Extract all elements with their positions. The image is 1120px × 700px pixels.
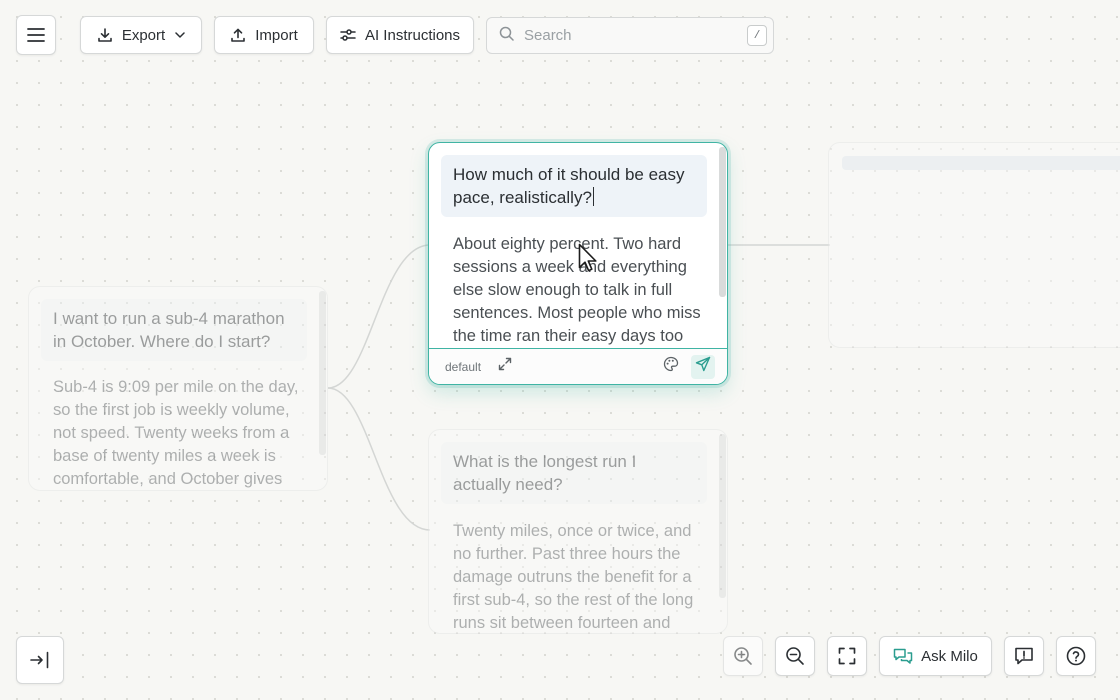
- node-answer: Sub-4 is 9:09 per mile on the day, so th…: [53, 378, 299, 488]
- ai-instructions-label: AI Instructions: [364, 26, 461, 44]
- fit-view-button[interactable]: [827, 636, 867, 676]
- node-question: What is the longest run I actually need?: [441, 442, 707, 504]
- import-button[interactable]: Import: [214, 16, 314, 54]
- node-answer: Twenty miles, once or twice, and no furt…: [453, 522, 694, 632]
- feedback-button[interactable]: [1004, 636, 1044, 676]
- send-icon: [695, 356, 711, 377]
- help-button[interactable]: [1056, 636, 1096, 676]
- expand-icon[interactable]: [498, 357, 512, 376]
- sign-in-icon: [30, 651, 50, 669]
- ai-instructions-button[interactable]: AI Instructions: [326, 16, 474, 54]
- node-question: I want to run a sub-4 marathon in Octobe…: [41, 299, 307, 361]
- connector-root-to-active: [327, 244, 431, 389]
- chevron-down-icon: [175, 32, 185, 38]
- zoom-in-button[interactable]: [723, 636, 763, 676]
- conversation-node-root[interactable]: I want to run a sub-4 marathon in Octobe…: [28, 286, 328, 491]
- node-scrollbar[interactable]: [719, 147, 726, 297]
- sliders-icon: [340, 28, 356, 42]
- search-icon: [499, 26, 514, 46]
- export-button[interactable]: Export: [80, 16, 202, 54]
- search-box: /: [486, 17, 774, 54]
- upload-icon: [230, 27, 246, 43]
- download-icon: [97, 27, 113, 43]
- conversation-node-active[interactable]: How much of it should be easy pace, real…: [428, 142, 728, 385]
- conversation-node-second[interactable]: What is the longest run I actually need?…: [428, 429, 728, 634]
- exit-button[interactable]: [16, 636, 64, 684]
- fullscreen-icon: [838, 647, 856, 665]
- ask-milo-label: Ask Milo: [921, 647, 978, 665]
- search-input[interactable]: [522, 26, 747, 45]
- zoom-out-icon: [785, 646, 805, 666]
- zoom-out-button[interactable]: [775, 636, 815, 676]
- import-label: Import: [255, 26, 298, 44]
- menu-button[interactable]: [16, 15, 56, 55]
- ask-milo-button[interactable]: Ask Milo: [879, 636, 992, 676]
- palette-icon[interactable]: [663, 356, 679, 377]
- node-scrollbar[interactable]: [719, 434, 726, 598]
- export-label: Export: [121, 26, 166, 44]
- send-button[interactable]: [691, 354, 715, 379]
- loading-placeholder: [842, 156, 1120, 170]
- node-footer: default: [429, 348, 727, 384]
- conversation-node-loading[interactable]: [828, 142, 1120, 348]
- node-answer: About eighty percent. Two hard sessions …: [453, 235, 701, 345]
- help-icon: [1066, 646, 1086, 666]
- question-text: How much of it should be easy pace, real…: [453, 165, 685, 207]
- model-tag[interactable]: default: [445, 360, 481, 374]
- feedback-icon: [1014, 646, 1034, 666]
- connector-root-to-second: [327, 387, 431, 531]
- node-question[interactable]: How much of it should be easy pace, real…: [441, 155, 707, 217]
- search-shortcut-key: /: [747, 25, 767, 46]
- hamburger-icon: [27, 28, 45, 42]
- chat-bubbles-icon: [893, 647, 913, 665]
- node-scrollbar[interactable]: [319, 291, 326, 455]
- zoom-in-icon: [733, 646, 753, 666]
- text-caret: [592, 187, 594, 206]
